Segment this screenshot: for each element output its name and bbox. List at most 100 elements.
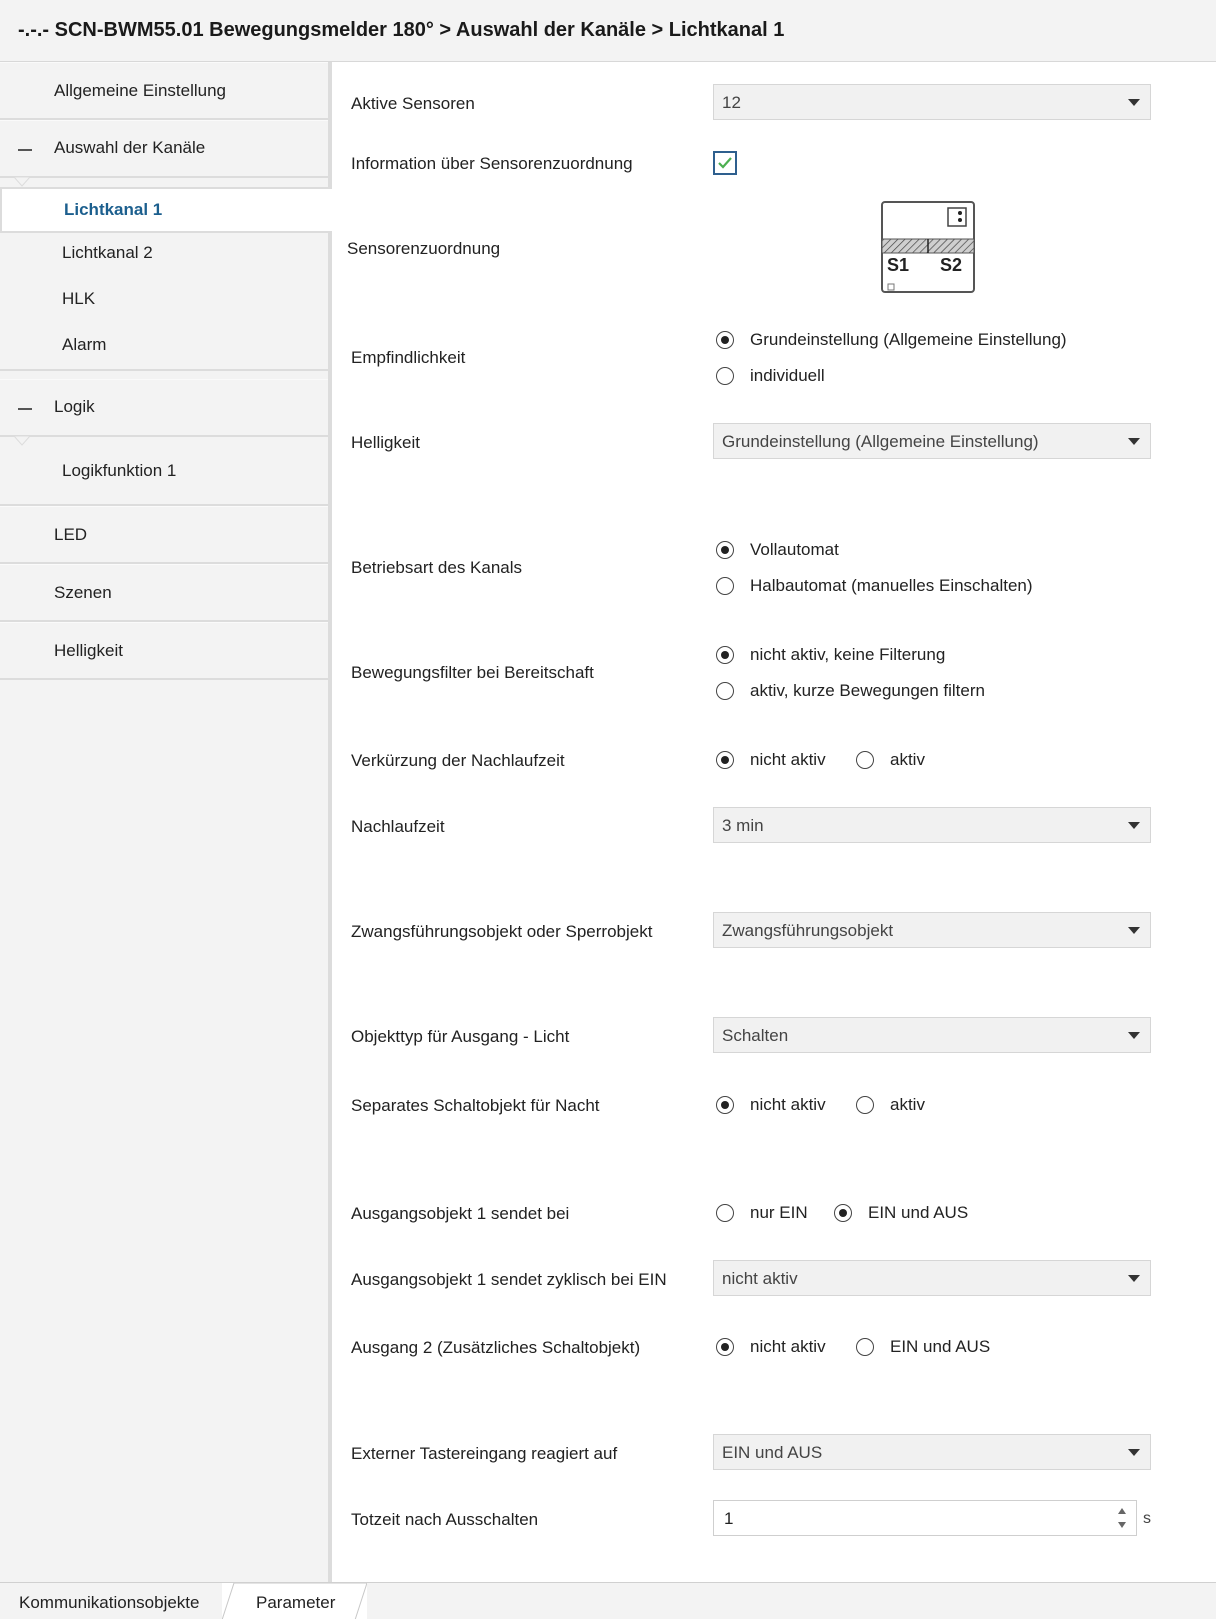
dropdown-value: Zwangsführungsobjekt [722,921,894,940]
radio-label: nicht aktiv, keine Filterung [750,645,946,664]
title-bar: -.-.- SCN-BWM55.01 Bewegungsmelder 180° … [0,0,1216,62]
zyklisch-dropdown[interactable]: nicht aktiv [713,1260,1151,1296]
dropdown-value: Schalten [722,1026,789,1045]
sidebar-item-helligkeit[interactable]: Helligkeit [0,622,328,680]
param-label-totzeit: Totzeit nach Ausschalten [351,1510,539,1529]
radio-unselected-icon [856,1338,874,1356]
totzeit-spinbox[interactable]: 1 [713,1500,1137,1536]
param-label-aktive-sensoren: Aktive Sensoren [351,94,475,113]
checkmark-icon [718,157,732,169]
radio-label: aktiv, kurze Bewegungen filtern [750,681,985,700]
radio-unselected-icon [716,367,734,385]
radio-unselected-icon [716,682,734,700]
radio-label: nicht aktiv [750,1095,826,1114]
chevron-down-icon [1128,1449,1140,1456]
radio-label: aktiv [890,1095,925,1114]
sidebar-nav: Allgemeine Einstellung Auswahl der Kanäl… [0,62,334,1582]
param-label-verkuerzung: Verkürzung der Nachlaufzeit [351,751,565,770]
sidebar-item-label: HLK [62,289,96,308]
sidebar-item-label: LED [54,525,88,544]
spin-down-icon[interactable] [1118,1522,1126,1528]
sidebar-item-alarm[interactable]: Alarm [0,325,328,371]
zwang-dropdown[interactable]: Zwangsführungsobjekt [713,912,1151,948]
spin-up-icon[interactable] [1118,1508,1126,1514]
tree-pointer-icon [14,436,30,446]
tab-label: Kommunikationsobjekte [19,1593,200,1612]
sidebar-item-allgemeine[interactable]: Allgemeine Einstellung [0,62,328,120]
sidebar-item-label: Helligkeit [54,641,123,660]
param-label-ausgang2: Ausgang 2 (Zusätzliches Schaltobjekt) [351,1338,641,1357]
dropdown-value: 12 [722,93,741,112]
info-sensor-checkbox[interactable] [713,151,737,175]
sidebar-item-label: Logik [54,397,95,416]
chevron-down-icon [1128,99,1140,106]
sidebar-item-label: Logikfunktion 1 [62,461,177,480]
sidebar-item-lichtkanal1[interactable]: Lichtkanal 1 [0,187,334,233]
sidebar-item-auswahl[interactable]: Auswahl der Kanäle [0,120,328,178]
helligkeit-dropdown[interactable]: Grundeinstellung (Allgemeine Einstellung… [713,423,1151,459]
radio-label: Halbautomat (manuelles Einschalten) [750,576,1033,595]
spinbox-value: 1 [724,1509,734,1528]
radio-selected-icon [716,1096,734,1114]
nachlaufzeit-dropdown[interactable]: 3 min [713,807,1151,843]
radio-selected-icon [716,1338,734,1356]
radio-selected-icon [716,646,734,664]
objekttyp-dropdown[interactable]: Schalten [713,1017,1151,1053]
param-label-zwang: Zwangsführungsobjekt oder Sperrobjekt [351,922,653,941]
param-label-separates: Separates Schaltobjekt für Nacht [351,1096,600,1115]
tab-label: Parameter [256,1593,336,1612]
sidebar-item-label: Lichtkanal 1 [64,200,163,219]
sidebar-item-label: Szenen [54,583,112,602]
radio-selected-icon [716,331,734,349]
sidebar-item-lichtkanal2[interactable]: Lichtkanal 2 [0,233,328,279]
radio-unselected-icon [716,1204,734,1222]
radio-label: EIN und AUS [890,1337,991,1356]
chevron-down-icon [1128,927,1140,934]
breadcrumb-title: -.-.- SCN-BWM55.01 Bewegungsmelder 180° … [18,19,785,41]
sidebar-item-hlk[interactable]: HLK [0,279,328,325]
radio-label: individuell [750,366,825,385]
tree-pointer-icon [14,177,30,187]
radio-label: nicht aktiv [750,750,826,769]
collapse-icon[interactable] [18,149,32,151]
radio-label: nur EIN [750,1203,808,1222]
param-label-sensorzuordnung: Sensorenzuordnung [347,239,501,258]
param-label-empfindlichkeit: Empfindlichkeit [351,348,466,367]
sidebar-item-label: Auswahl der Kanäle [54,138,206,157]
param-label-bewegungsfilter: Bewegungsfilter bei Bereitschaft [351,663,594,682]
param-label-info-sensor: Information über Sensorenzuordnung [351,154,633,173]
dropdown-value: Grundeinstellung (Allgemeine Einstellung… [722,432,1039,451]
param-label-ausgang1: Ausgangsobjekt 1 sendet bei [351,1204,570,1223]
param-label-betriebsart: Betriebsart des Kanals [351,558,523,577]
aktive-sensoren-dropdown[interactable]: 12 [713,84,1151,120]
radio-label: Vollautomat [750,540,839,559]
sidebar-item-label: Allgemeine Einstellung [54,81,226,100]
radio-unselected-icon [856,1096,874,1114]
param-label-extern: Externer Tastereingang reagiert auf [351,1444,618,1463]
param-label-zyklisch: Ausgangsobjekt 1 sendet zyklisch bei EIN [351,1270,667,1289]
radio-label: EIN und AUS [868,1203,969,1222]
tab-parameter[interactable]: Parameter [222,1583,367,1619]
totzeit-unit: s [1143,1510,1151,1527]
radio-selected-icon [834,1204,852,1222]
tab-kommunikationsobjekte[interactable]: Kommunikationsobjekte [0,1583,236,1619]
radio-label: aktiv [890,750,925,769]
chevron-down-icon [1128,1032,1140,1039]
sidebar-item-led[interactable]: LED [0,506,328,564]
radio-label: Grundeinstellung (Allgemeine Einstellung… [750,330,1067,349]
param-label-helligkeit: Helligkeit [351,433,420,452]
sidebar-item-logik[interactable]: Logik [0,379,328,437]
radio-selected-icon [716,541,734,559]
sensor-s1-label: S1 [887,255,910,275]
sensor-s2-label: S2 [940,255,963,275]
dropdown-value: nicht aktiv [722,1269,798,1288]
sidebar-item-label: Alarm [62,335,107,354]
radio-unselected-icon [856,751,874,769]
sidebar-item-logikfunktion1[interactable]: Logikfunktion 1 [0,446,328,506]
extern-dropdown[interactable]: EIN und AUS [713,1434,1151,1470]
radio-selected-icon [716,751,734,769]
dropdown-value: EIN und AUS [722,1443,823,1462]
sidebar-item-szenen[interactable]: Szenen [0,564,328,622]
collapse-icon[interactable] [18,408,32,410]
param-label-nachlaufzeit: Nachlaufzeit [351,817,445,836]
